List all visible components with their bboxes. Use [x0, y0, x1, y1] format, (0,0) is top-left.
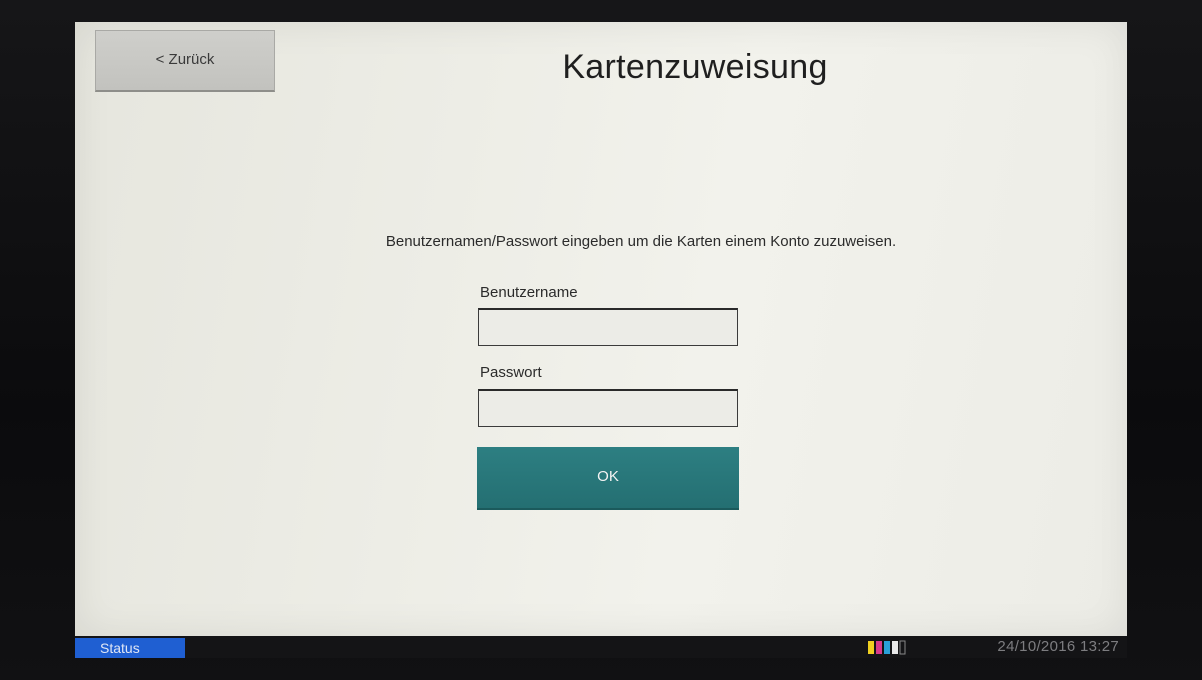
- page-title: Kartenzuweisung: [562, 48, 828, 86]
- date-time: 24/10/2016 13:27: [997, 638, 1119, 655]
- ok-button[interactable]: OK: [477, 447, 739, 510]
- status-bar: Status 24/10/2016 13:27: [75, 636, 1127, 658]
- status-button[interactable]: Status: [75, 638, 185, 658]
- username-field[interactable]: [478, 308, 738, 346]
- instruction-text: Benutzernamen/Passwort eingeben um die K…: [385, 233, 897, 250]
- password-field[interactable]: [478, 389, 738, 427]
- toner-level-icon[interactable]: [867, 639, 907, 655]
- back-button[interactable]: < Zurück: [95, 30, 275, 92]
- touch-screen: < Zurück Kartenzuweisung Benutzernamen/P…: [75, 22, 1127, 636]
- password-label: Passwort: [480, 364, 542, 381]
- username-label: Benutzername: [480, 284, 578, 301]
